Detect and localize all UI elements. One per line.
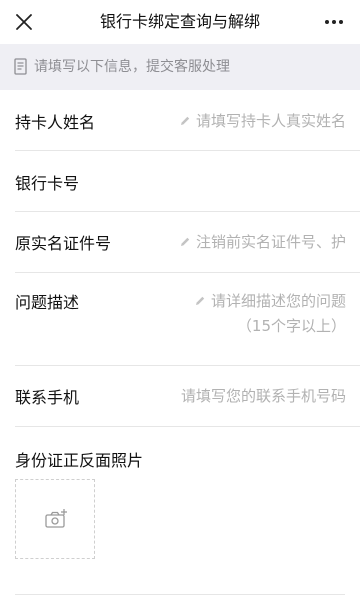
name-input[interactable]: 请填写持卡人真实姓名 — [179, 110, 346, 131]
name-row[interactable]: 持卡人姓名 请填写持卡人真实姓名 — [0, 90, 360, 150]
pencil-icon — [195, 296, 205, 305]
notice-bar: 请填写以下信息，提交客服处理 — [0, 44, 360, 90]
name-label: 持卡人姓名 — [15, 113, 96, 132]
id-placeholder: 注销前实名证件号、护 — [195, 233, 346, 251]
id-label: 原实名证件号 — [15, 234, 112, 253]
issue-input[interactable]: 请详细描述您的问题 — [194, 290, 346, 311]
issue-placeholder-line2: （15个字以上） — [236, 317, 346, 335]
photo-upload-button[interactable] — [15, 479, 95, 559]
phone-row[interactable]: 联系手机 请填写您的联系手机号码 — [0, 366, 360, 426]
issue-label: 问题描述 — [15, 293, 80, 312]
close-button[interactable] — [8, 6, 40, 38]
phone-input[interactable]: 请填写您的联系手机号码 — [181, 385, 346, 406]
card-label: 银行卡号 — [15, 174, 80, 193]
id-row[interactable]: 原实名证件号 注销前实名证件号、护 — [0, 212, 360, 272]
card-row[interactable]: 银行卡号 — [0, 151, 360, 211]
notice-text: 请填写以下信息，提交客服处理 — [34, 59, 230, 75]
document-icon — [14, 58, 27, 75]
pencil-icon — [180, 237, 190, 246]
camera-add-icon — [45, 509, 67, 528]
photo-label: 身份证正反面照片 — [15, 451, 144, 470]
phone-label: 联系手机 — [15, 388, 80, 407]
pencil-icon — [180, 116, 190, 125]
issue-row[interactable]: 问题描述 请详细描述您的问题 （15个字以上） — [0, 273, 360, 365]
more-icon — [325, 20, 343, 24]
page-title: 银行卡绑定查询与解绑 — [99, 12, 260, 31]
close-icon — [16, 14, 32, 30]
name-placeholder: 请填写持卡人真实姓名 — [195, 112, 346, 130]
issue-placeholder-line1: 请详细描述您的问题 — [210, 292, 346, 310]
top-bar: 银行卡绑定查询与解绑 — [0, 0, 360, 44]
more-button[interactable] — [318, 6, 350, 38]
divider — [15, 594, 345, 595]
id-input[interactable]: 注销前实名证件号、护 — [179, 231, 346, 252]
